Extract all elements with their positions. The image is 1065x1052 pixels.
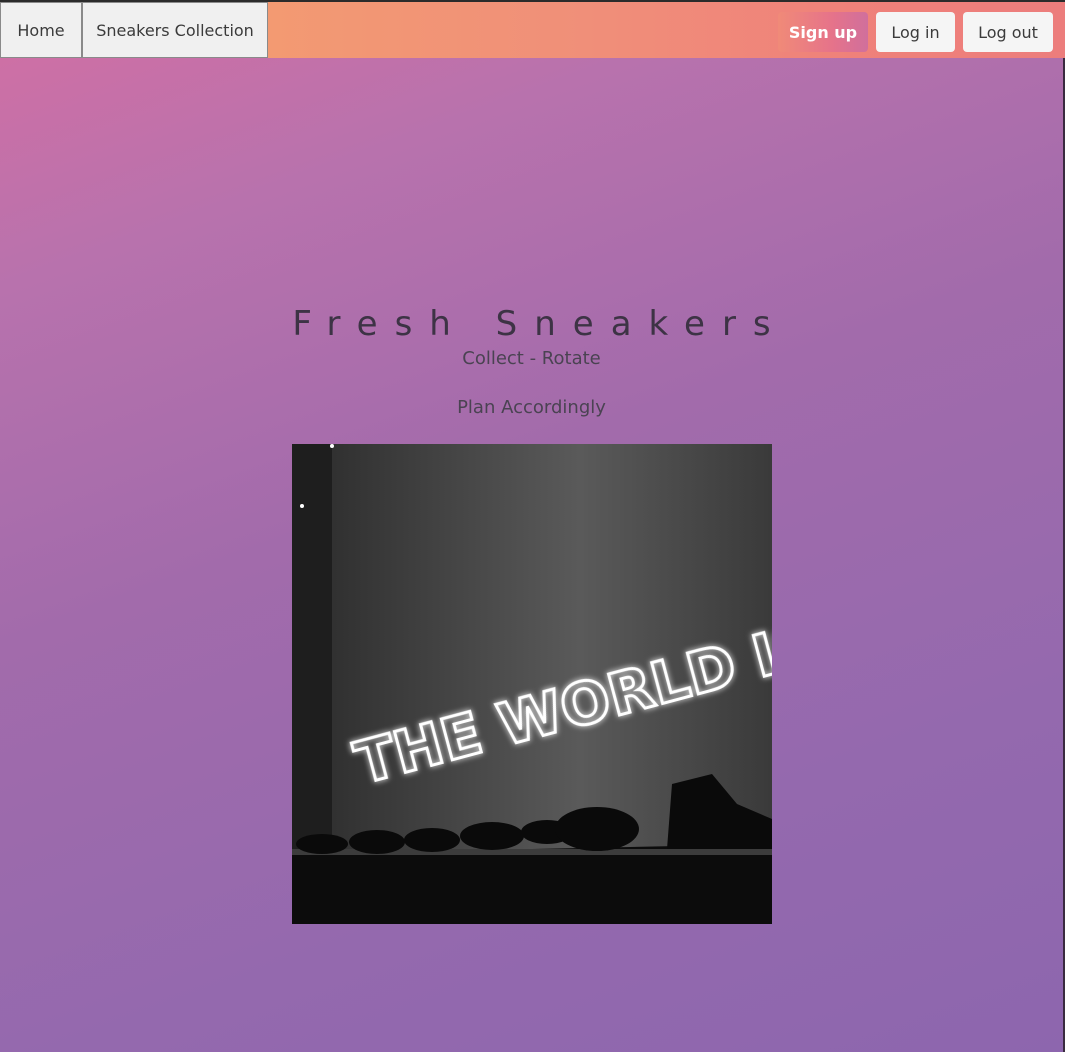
top-navbar: Home Sneakers Collection Sign up Log in … [0,0,1065,58]
login-button[interactable]: Log in [876,12,955,52]
page-tagline: Plan Accordingly [457,397,606,418]
nav-home-link[interactable]: Home [0,2,82,58]
hero-photo: THE WORLD IS YOURS [292,444,772,924]
page-subtitle: Collect - Rotate [462,348,601,369]
nav-sneakers-collection-link[interactable]: Sneakers Collection [82,2,268,58]
logout-button[interactable]: Log out [963,12,1053,52]
neon-sign-photo: THE WORLD IS YOURS [292,444,772,924]
signup-button[interactable]: Sign up [778,12,868,52]
page-title: Fresh Sneakers [292,304,788,344]
